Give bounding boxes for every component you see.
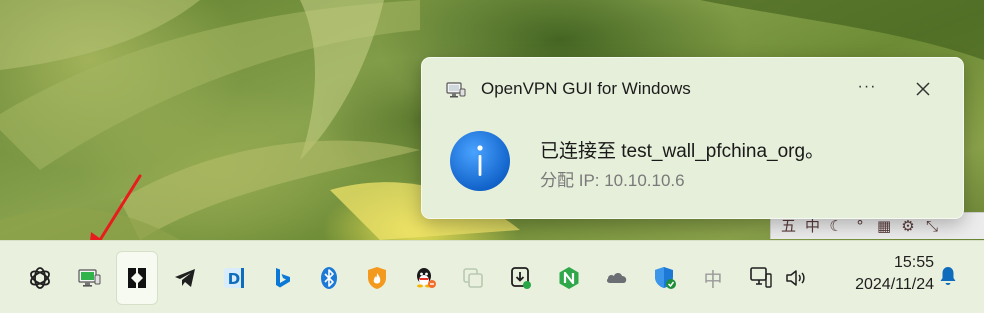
notification-bell-icon[interactable]	[936, 264, 960, 288]
ime-moon-icon[interactable]: ☾	[829, 216, 843, 236]
dictionary-d-icon: D	[224, 268, 244, 288]
openvpn-monitor-icon	[446, 82, 466, 98]
clock-time: 15:55	[893, 254, 934, 271]
bing-button[interactable]	[262, 252, 302, 304]
copy-windows-icon	[463, 268, 483, 288]
n-app-button[interactable]	[549, 252, 589, 304]
windows-security-button[interactable]	[645, 252, 685, 304]
openvpn-tray-icon	[78, 269, 101, 287]
download-manager-button[interactable]	[501, 252, 541, 304]
network-button[interactable]	[741, 252, 781, 304]
n-app-icon	[559, 267, 579, 289]
ime-mode-wu[interactable]: 五	[781, 216, 796, 236]
telegram-icon	[175, 269, 195, 287]
dictionary-button[interactable]: D	[214, 252, 254, 304]
toast-more-button[interactable]: ···	[854, 76, 880, 102]
bing-icon	[276, 268, 290, 288]
bluetooth-button[interactable]	[309, 252, 349, 304]
close-icon[interactable]	[914, 80, 932, 98]
ime-resize-icon[interactable]: ⤡	[925, 216, 939, 236]
ime-mode-zhong[interactable]: 中	[805, 216, 820, 236]
qq-button[interactable]	[405, 252, 445, 304]
ime-keyboard-icon[interactable]: ▦	[877, 216, 891, 236]
network-icon	[750, 267, 772, 288]
toast-app-name: OpenVPN GUI for Windows	[481, 79, 691, 98]
openvpn-tray-button[interactable]	[69, 252, 109, 304]
clock[interactable]: 15:55 2024/11/24	[826, 252, 934, 296]
windows-security-icon	[655, 267, 676, 289]
ime-punct-icon[interactable]: °	[853, 216, 867, 236]
clock-date: 2024/11/24	[855, 276, 934, 293]
info-icon	[450, 131, 510, 191]
qq-penguin-icon	[417, 268, 436, 288]
chatgpt-button[interactable]	[20, 252, 60, 304]
onedrive-cloud-icon	[606, 273, 627, 283]
notification-toast[interactable]: OpenVPN GUI for Windows ··· 已连接至 test_wa…	[421, 57, 964, 219]
chatgpt-icon	[30, 267, 50, 289]
ime-zhong-icon: 中	[703, 268, 723, 291]
shield-flame-button[interactable]	[357, 252, 397, 304]
app-b-button[interactable]	[117, 252, 157, 304]
onedrive-button[interactable]	[597, 252, 637, 304]
svg-text:D: D	[228, 270, 240, 288]
toast-sub-message: 分配 IP: 10.10.10.6	[540, 171, 685, 190]
volume-icon	[786, 270, 805, 286]
ime-button[interactable]: 中	[693, 252, 733, 304]
shield-flame-icon	[368, 267, 386, 289]
telegram-button[interactable]	[165, 252, 205, 304]
app-b-icon	[128, 268, 146, 288]
copy-windows-button[interactable]	[453, 252, 493, 304]
ime-settings-icon[interactable]: ⚙	[901, 216, 915, 236]
volume-button[interactable]	[776, 252, 816, 304]
toast-message: 已连接至 test_wall_pfchina_org。	[540, 141, 825, 162]
download-manager-icon	[511, 267, 531, 289]
bluetooth-icon	[321, 267, 337, 289]
